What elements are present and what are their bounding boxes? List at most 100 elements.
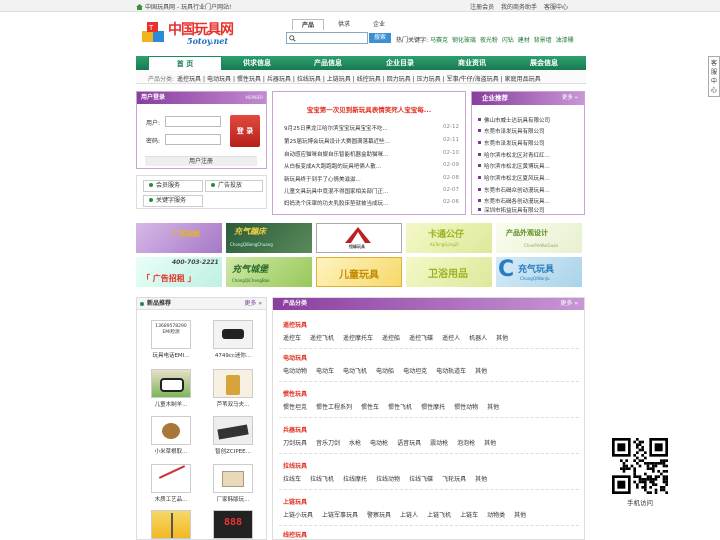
service-center-link[interactable]: 客服中心	[544, 4, 568, 11]
category-link[interactable]: 水枪	[349, 440, 361, 447]
category-link[interactable]: 遥控摩托车	[343, 335, 373, 342]
company-item[interactable]: 东莞市泽发玩具有限公司	[478, 127, 545, 135]
login-button[interactable]: 登 录	[230, 115, 260, 147]
product-card[interactable]	[151, 510, 191, 539]
hot-keyword[interactable]: 建材	[518, 37, 530, 44]
ad-placement-button[interactable]: 广告投放	[205, 180, 263, 192]
category-link[interactable]: 其他	[484, 440, 496, 447]
subnav-item[interactable]: 回力玩具	[387, 76, 411, 83]
category-link[interactable]: 其他	[514, 512, 526, 519]
password-field[interactable]	[165, 134, 221, 145]
product-card[interactable]: 厂家韩版玩...	[213, 464, 253, 503]
company-item[interactable]: 深圳市拓益玩具有限公司	[478, 206, 545, 214]
category-title[interactable]: 拉线玩具	[283, 461, 307, 470]
business-assistant-link[interactable]: 我的商务助手	[501, 4, 537, 11]
search-tab-supply[interactable]: 供求	[328, 19, 360, 30]
company-more-link[interactable]: 更多 »	[562, 92, 578, 105]
category-link[interactable]: 拉线车	[283, 476, 301, 483]
product-card[interactable]: 儿童木制羊...	[151, 369, 191, 408]
category-link[interactable]: 遥控船	[382, 335, 400, 342]
category-link[interactable]: 其他	[475, 476, 487, 483]
category-title[interactable]: 遥控玩具	[283, 320, 307, 329]
member-service-button[interactable]: 会员服务	[143, 180, 203, 192]
category-title[interactable]: 电动玩具	[283, 353, 307, 362]
new-products-more-link[interactable]: 更多 »	[244, 298, 262, 310]
categories-more-link[interactable]: 更多 »	[560, 298, 578, 310]
site-logo[interactable]: T 中国玩具网 5otoy.net	[141, 19, 234, 49]
category-link[interactable]: 拉线飞机	[310, 476, 334, 483]
news-item[interactable]: 从白板变成A大跑跑跑的玩具吧俩人散... 02-09	[284, 162, 459, 170]
news-item[interactable]: 儿童文具玩具中竟混不得国家相关部门正... 02-07	[284, 187, 459, 195]
subnav-item[interactable]: 家庭用品玩具	[505, 76, 541, 83]
category-link[interactable]: 语音玩具	[397, 440, 421, 447]
ad-banner[interactable]: 产品外观设计 ChanPinWaiGuan	[496, 223, 582, 253]
category-link[interactable]: 上链飞机	[427, 512, 451, 519]
category-link[interactable]: 惯性坦克	[283, 404, 307, 411]
customer-service-float[interactable]: 客服中心	[708, 56, 720, 97]
subnav-item[interactable]: 线控玩具	[357, 76, 381, 83]
category-link[interactable]: 电动动物	[283, 368, 307, 375]
hot-keyword[interactable]: 马赛克	[430, 37, 448, 44]
ad-banner[interactable]: 充气蹦床 ChongQiBengChuang	[226, 223, 312, 253]
subnav-item[interactable]: 遥控玩具	[177, 76, 201, 83]
category-link[interactable]: 拉线动物	[376, 476, 400, 483]
category-link[interactable]: 遥控飞机	[310, 335, 334, 342]
company-item[interactable]: 哈尔滨市松北区夏风玩具...	[478, 174, 550, 182]
search-tab-company[interactable]: 企业	[363, 19, 395, 30]
category-link[interactable]: 惯性摩托	[421, 404, 445, 411]
category-title[interactable]: 上链玩具	[283, 497, 307, 506]
company-item[interactable]: 东莞市泽发玩具有限公司	[478, 139, 545, 147]
company-item[interactable]: 哈尔滨市松北区对青红红...	[478, 151, 550, 159]
ad-banner[interactable]: 400-703-2221 「 广告招租 」	[136, 257, 222, 287]
nav-exhibitions[interactable]: 展会信息	[508, 56, 580, 70]
product-card[interactable]: 小米草根取...	[151, 416, 191, 455]
category-link[interactable]: 上链军事玩具	[322, 512, 358, 519]
category-link[interactable]: 震动枪	[430, 440, 448, 447]
ad-banner[interactable]: 儿童玩具	[316, 257, 402, 287]
category-link[interactable]: 遥控车	[283, 335, 301, 342]
category-link[interactable]: 电动坦克	[403, 368, 427, 375]
category-link[interactable]: 拉线飞碟	[409, 476, 433, 483]
hot-keyword[interactable]: 夜光粉	[480, 37, 498, 44]
username-field[interactable]	[165, 116, 221, 127]
product-card[interactable]: 木质工艺品...	[151, 464, 191, 503]
category-link[interactable]: 惯性工程系列	[316, 404, 352, 411]
category-link[interactable]: 其他	[487, 404, 499, 411]
nav-news[interactable]: 商业资讯	[436, 56, 508, 70]
news-item[interactable]: 9月25日黑龙江哈尔滨宝宝玩具宝宝不吃... 02-12	[284, 124, 459, 132]
category-link[interactable]: 电动飞机	[343, 368, 367, 375]
category-link[interactable]: 电动枪	[370, 440, 388, 447]
category-link[interactable]: 泡泡枪	[457, 440, 475, 447]
ad-banner[interactable]: 恒峰玩具	[316, 223, 402, 253]
product-card[interactable]: 4749cc迷你...	[213, 320, 253, 359]
news-item[interactable]: 第25届玩博会玩具设计大赛圆满落幕近些... 02-11	[284, 137, 459, 145]
subnav-item[interactable]: 军事/牛仔/海盗玩具	[447, 76, 499, 83]
hot-keyword[interactable]: 闪钻	[502, 37, 514, 44]
hot-keyword[interactable]: 钢化玻璃	[452, 37, 476, 44]
subnav-item[interactable]: 电动玩具	[207, 76, 231, 83]
subnav-item[interactable]: 惯性玩具	[237, 76, 261, 83]
category-link[interactable]: 刀剑玩具	[283, 440, 307, 447]
category-link[interactable]: 其他	[475, 368, 487, 375]
ad-banner[interactable]: 广告招租	[136, 223, 222, 253]
news-headline[interactable]: 宝宝第一次见到新玩具表情笑死人宝宝每...	[273, 104, 465, 114]
category-link[interactable]: 上链小玩具	[283, 512, 313, 519]
category-link[interactable]: 音乐刀剑	[316, 440, 340, 447]
company-item[interactable]: 东莞市石碣众创动漫玩具...	[478, 186, 550, 194]
nav-home[interactable]: 首 页	[148, 56, 222, 70]
keyword-service-button[interactable]: 关键字服务	[143, 195, 203, 207]
category-link[interactable]: 遥控飞碟	[409, 335, 433, 342]
news-item[interactable]: 自动感应猫咪自娱自乐智能机器盒助猫咪... 02-10	[284, 150, 459, 158]
subnav-item[interactable]: 上链玩具	[327, 76, 351, 83]
ad-banner[interactable]: 充气城堡 ChongQiChengBao	[226, 257, 312, 287]
subnav-item[interactable]: 兵器玩具	[267, 76, 291, 83]
product-card[interactable]: 13689578290 EMI检测 玩具电话EMI...	[151, 320, 191, 359]
category-link[interactable]: 拉线摩托	[343, 476, 367, 483]
hot-keyword[interactable]: 背景墙	[534, 37, 552, 44]
product-card[interactable]: 芦苇双马夫...	[213, 369, 253, 408]
category-link[interactable]: 警察玩具	[367, 512, 391, 519]
register-button[interactable]: 用户注册	[145, 156, 257, 166]
hot-keyword[interactable]: 油漆桶	[556, 37, 574, 44]
category-link[interactable]: 惯性飞机	[388, 404, 412, 411]
category-link[interactable]: 电动轨道车	[436, 368, 466, 375]
